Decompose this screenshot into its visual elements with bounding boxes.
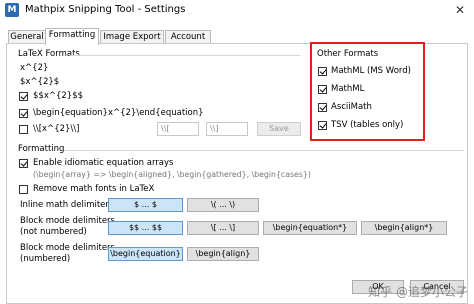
window-title: Mathpix Snipping Tool - Settings [25,4,186,15]
bracket-delim-label: \\[x^{2}\\] [33,124,80,134]
mathml-msword-label: MathML (MS Word) [331,66,411,76]
custom-close-delim-field[interactable]: \\] [206,122,248,136]
tsv-checkbox[interactable] [318,121,327,130]
block-equation-button[interactable]: \begin{equation} [108,247,183,261]
double-dollar-checkbox[interactable] [19,92,28,101]
mathml-checkbox[interactable] [318,85,327,94]
idiomatic-arrays-label: Enable idiomatic equation arrays [33,158,174,168]
custom-open-delim-field[interactable]: \\[ [157,122,199,136]
block-delimiters-label: Block mode delimiters [20,216,115,226]
equation-env-label: \begin{equation}x^{2}\end{equation} [33,108,204,118]
block-equation-star-button[interactable]: \begin{equation*} [263,221,357,235]
block-align-star-button[interactable]: \begin{align*} [361,221,447,235]
title-bar: M Mathpix Snipping Tool - Settings ✕ [0,0,474,20]
remove-math-fonts-label: Remove math fonts in LaTeX [33,184,155,194]
block-double-dollar-button[interactable]: $$ ... $$ [108,221,183,235]
mathpix-app-icon: M [5,3,19,17]
block-numbered-label: Block mode delimiters [20,243,115,253]
zhihu-watermark: 知乎 @追梦小公子 [368,285,468,299]
block-bracket-button[interactable]: \[ ... \] [187,221,259,235]
other-formats-title: Other Formats [317,49,379,59]
double-dollar-label: $$x^{2}$$ [33,91,84,101]
tab-account[interactable]: Account [165,30,211,44]
save-button[interactable]: Save [257,122,301,136]
bracket-delim-checkbox[interactable] [19,125,28,134]
asciimath-checkbox[interactable] [318,103,327,112]
tab-image-export[interactable]: Image Export [100,30,164,44]
remove-math-fonts-checkbox[interactable] [19,185,28,194]
close-window-button[interactable]: ✕ [446,0,474,20]
formatting-title: Formatting [18,144,65,154]
equation-env-checkbox[interactable] [19,109,28,118]
close-icon: ✕ [454,3,466,17]
inline-paren-button[interactable]: \( ... \) [187,198,259,212]
asciimath-label: AsciiMath [331,102,372,112]
tab-general[interactable]: General [8,30,46,44]
inline-delimiters-label: Inline math delimiters [20,200,114,210]
formatting-divider [64,150,464,151]
latex-formats-title: LaTeX Formats [18,49,80,59]
block-align-button[interactable]: \begin{align} [187,247,259,261]
latex-formats-divider [70,55,300,56]
mathml-label: MathML [331,84,365,94]
block-numbered-sublabel: (numbered) [20,254,71,264]
inline-dollar-button[interactable]: $ ... $ [108,198,183,212]
idiomatic-arrays-checkbox[interactable] [19,159,28,168]
tab-formatting[interactable]: Formatting [45,28,99,45]
latex-example-dollar: $x^{2}$ [20,77,60,87]
mathml-msword-checkbox[interactable] [318,67,327,76]
block-delimiters-sublabel: (not numbered) [20,227,87,237]
idiomatic-arrays-hint: (\begin{array} => \begin{aligned}, \begi… [33,170,311,179]
latex-example-inline: x^{2} [20,63,49,73]
tsv-label: TSV (tables only) [331,120,404,130]
